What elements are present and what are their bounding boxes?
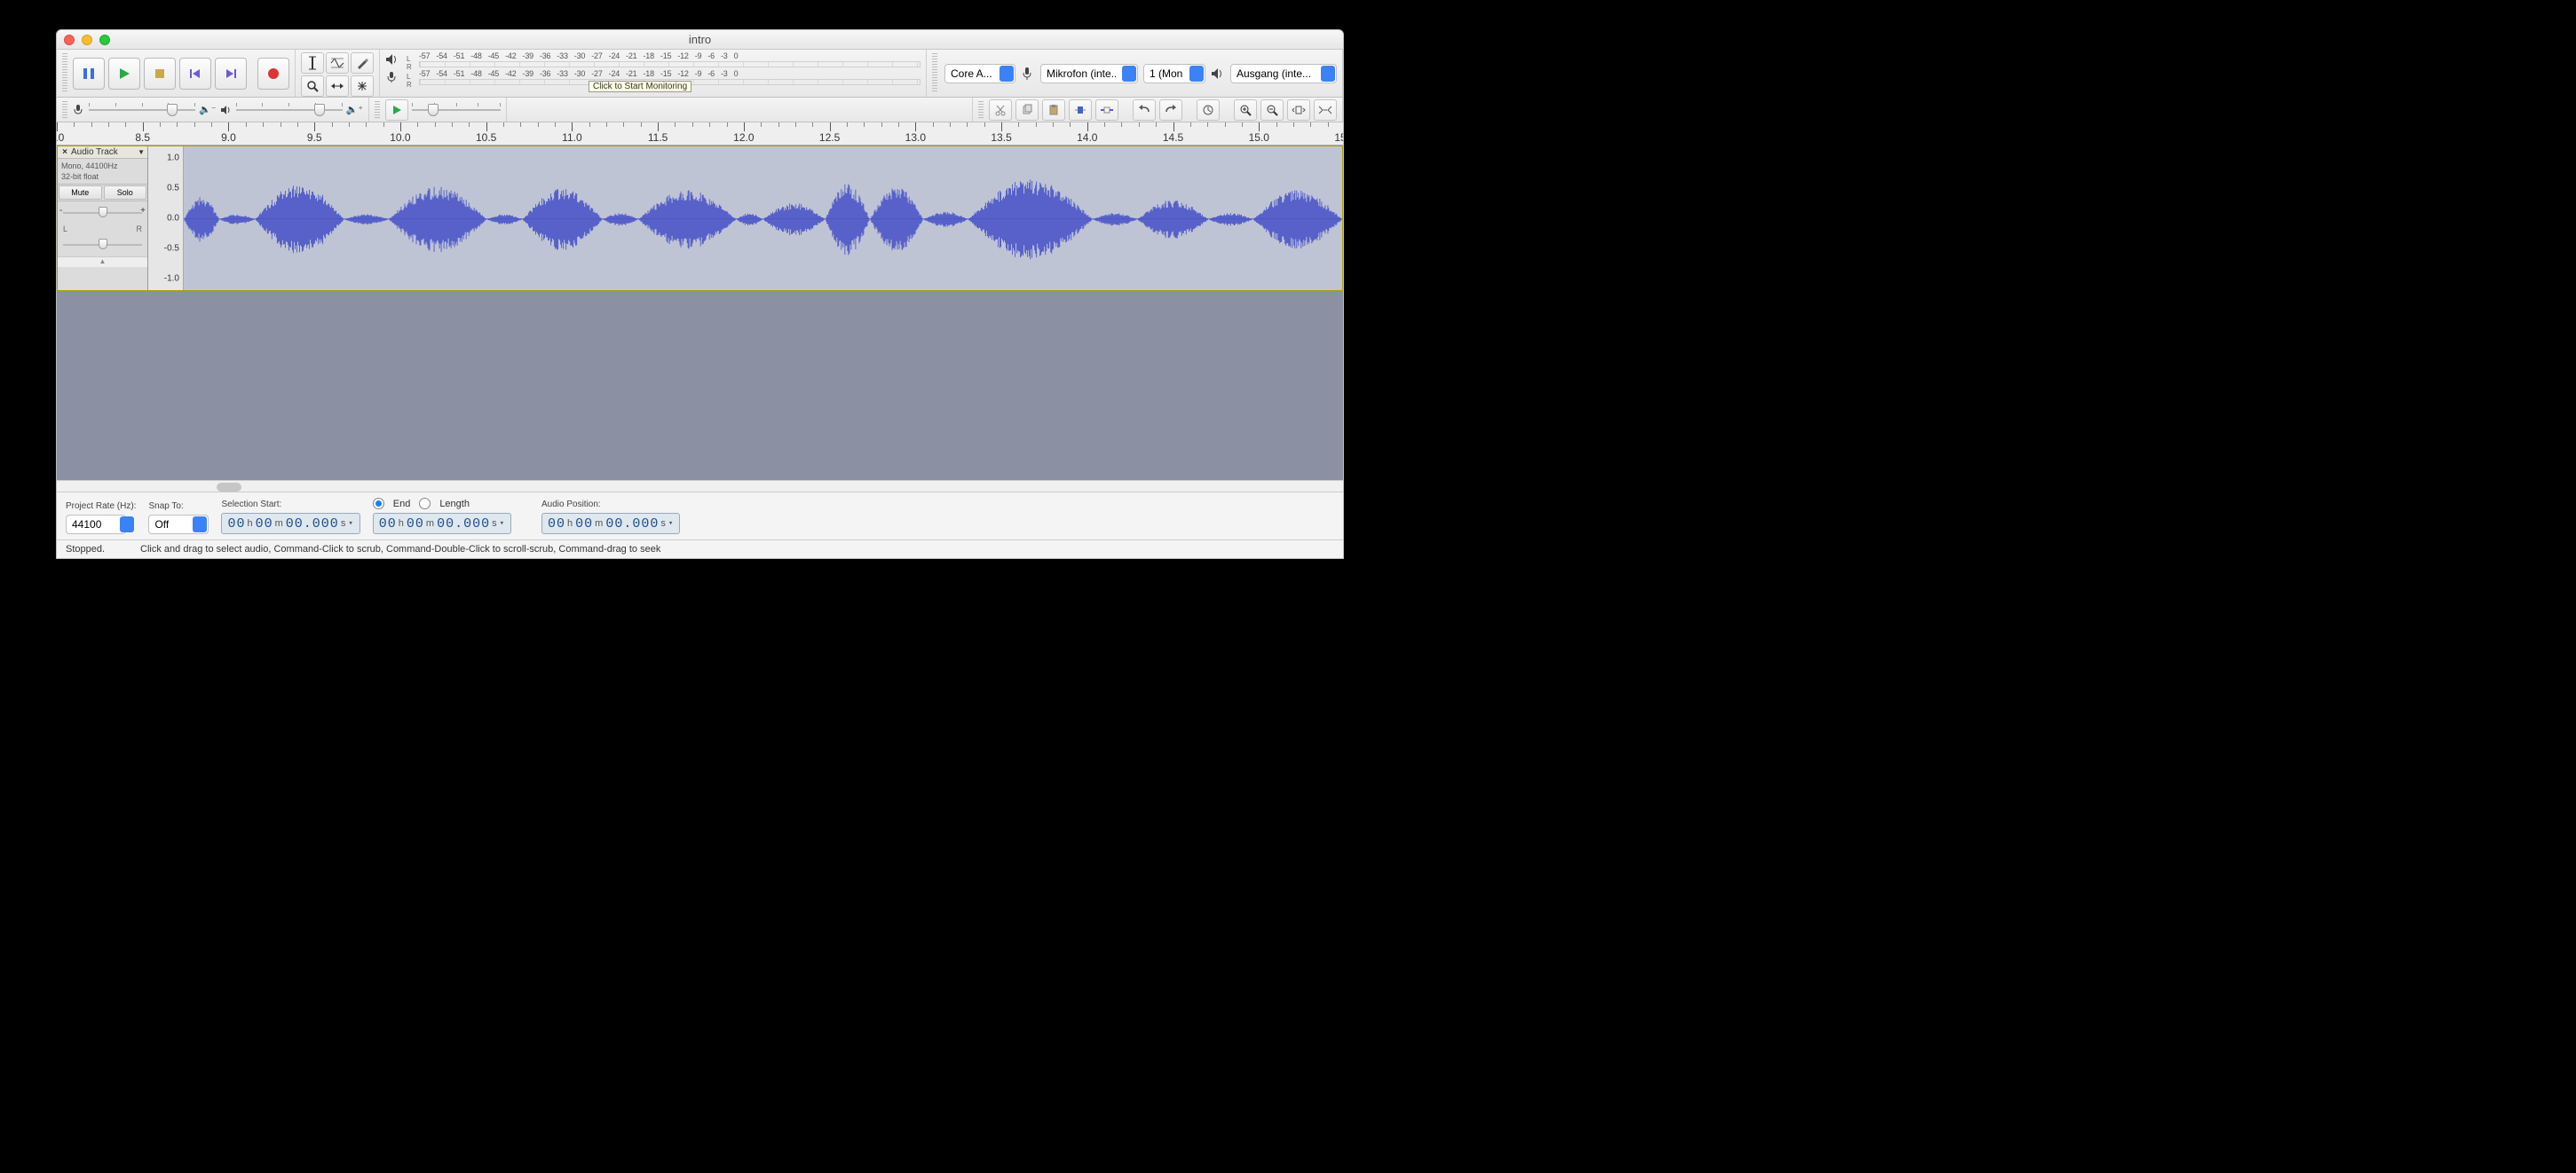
skip-start-button[interactable] xyxy=(179,58,211,90)
audio-host-select[interactable]: Core A... xyxy=(944,64,1015,83)
amplitude-scale: 1.0 0.5 0.0 -0.5 -1.0 xyxy=(148,146,184,290)
skip-end-button[interactable] xyxy=(215,58,247,90)
selection-start-time[interactable]: 00h 00m 00.000s▾ xyxy=(221,513,360,534)
playback-state: Stopped. xyxy=(66,544,105,555)
gain-slider[interactable]: - + xyxy=(63,204,142,222)
grip-icon[interactable] xyxy=(375,101,380,118)
speaker-icon xyxy=(385,53,399,66)
end-radio[interactable] xyxy=(373,498,384,509)
record-button[interactable] xyxy=(257,58,289,90)
track-name: Audio Track xyxy=(71,147,136,157)
grip-icon[interactable] xyxy=(62,101,67,118)
selection-end-time[interactable]: 00h 00m 00.000s▾ xyxy=(373,513,511,534)
speaker-minus-icon: 🔈⁻ xyxy=(199,104,217,115)
waveform-display[interactable] xyxy=(184,146,1342,290)
zoom-tool[interactable] xyxy=(301,75,324,97)
pause-button[interactable] xyxy=(73,58,105,90)
horizontal-scrollbar[interactable] xyxy=(57,480,1343,492)
scrub-toolbar xyxy=(369,98,507,122)
redo-button[interactable] xyxy=(1159,99,1182,121)
project-rate-label: Project Rate (Hz): xyxy=(66,501,136,511)
playback-volume-slider[interactable] xyxy=(236,103,343,117)
grip-icon[interactable] xyxy=(978,101,984,118)
envelope-tool[interactable] xyxy=(326,52,349,74)
window-title: intro xyxy=(57,33,1343,46)
audio-position-label: Audio Position: xyxy=(541,500,680,509)
stop-button[interactable] xyxy=(144,58,176,90)
track-format-info: Mono, 44100Hz 32-bit float xyxy=(58,159,147,184)
snap-to-select[interactable]: Off xyxy=(148,515,209,534)
scrub-speed-slider[interactable] xyxy=(412,103,501,117)
status-bar: Stopped. Click and drag to select audio,… xyxy=(57,540,1343,558)
scrub-play-button[interactable] xyxy=(385,99,408,121)
undo-button[interactable] xyxy=(1133,99,1156,121)
draw-tool[interactable] xyxy=(351,52,374,74)
copy-button[interactable] xyxy=(1015,99,1039,121)
cut-button[interactable] xyxy=(989,99,1012,121)
timeline-ruler[interactable]: 8.08.59.09.510.010.511.011.512.012.513.0… xyxy=(57,122,1343,146)
titlebar: intro xyxy=(57,30,1343,50)
track-control-panel: × Audio Track ▼ Mono, 44100Hz 32-bit flo… xyxy=(58,146,148,290)
app-window: intro xyxy=(56,29,1344,559)
playback-meter[interactable]: LR -57-54-51-48-45-42-39-36-33-30-27-24-… xyxy=(403,51,921,67)
snap-to-label: Snap To: xyxy=(148,501,209,511)
zoom-out-button[interactable] xyxy=(1260,99,1284,121)
zoom-in-button[interactable] xyxy=(1234,99,1257,121)
selection-start-label: Selection Start: xyxy=(221,500,360,509)
speaker-plus-icon: 🔈⁺ xyxy=(346,104,364,115)
track-menu-icon[interactable]: ▼ xyxy=(138,148,145,156)
end-radio-label: End xyxy=(393,499,411,509)
mic-icon xyxy=(385,71,399,83)
mic-icon xyxy=(1021,67,1035,81)
sync-lock-button[interactable] xyxy=(1197,99,1220,121)
trim-button[interactable] xyxy=(1069,99,1092,121)
track-header[interactable]: × Audio Track ▼ xyxy=(58,146,147,159)
mic-icon xyxy=(73,104,85,116)
solo-button[interactable]: Solo xyxy=(104,185,147,200)
mute-button[interactable]: Mute xyxy=(59,185,102,200)
grip-icon[interactable] xyxy=(62,53,67,93)
transport-toolbar xyxy=(57,50,296,97)
silence-button[interactable] xyxy=(1095,99,1118,121)
collapse-track-button[interactable]: ▲ xyxy=(58,256,147,267)
tools-toolbar xyxy=(296,50,380,97)
pan-slider[interactable] xyxy=(63,236,142,254)
selection-tool[interactable] xyxy=(301,52,324,74)
recording-volume-slider[interactable] xyxy=(89,103,195,117)
project-rate-select[interactable]: 44100 xyxy=(66,515,136,534)
device-toolbar: Core A... Mikrofon (inte... 1 (Mon... Au… xyxy=(927,50,1343,97)
speaker-icon xyxy=(1211,67,1225,80)
status-hint: Click and drag to select audio, Command-… xyxy=(140,544,660,555)
timeshift-tool[interactable] xyxy=(326,75,349,97)
play-button[interactable] xyxy=(108,58,140,90)
length-radio-label: Length xyxy=(439,499,470,509)
edit-toolbar xyxy=(973,98,1343,122)
paste-button[interactable] xyxy=(1042,99,1065,121)
audio-position-time[interactable]: 00h 00m 00.000s▾ xyxy=(541,513,680,534)
channels-select[interactable]: 1 (Mon... xyxy=(1143,64,1205,83)
audio-track: × Audio Track ▼ Mono, 44100Hz 32-bit flo… xyxy=(57,146,1343,291)
input-device-select[interactable]: Mikrofon (inte... xyxy=(1040,64,1138,83)
scrollbar-thumb[interactable] xyxy=(217,483,241,492)
grip-icon[interactable] xyxy=(932,53,937,93)
empty-track-area[interactable] xyxy=(57,291,1343,480)
fit-project-button[interactable] xyxy=(1314,99,1337,121)
close-track-icon[interactable]: × xyxy=(60,147,69,157)
selection-toolbar: Project Rate (Hz): 44100 Snap To: Off Se… xyxy=(57,492,1343,540)
tracks-area: × Audio Track ▼ Mono, 44100Hz 32-bit flo… xyxy=(57,146,1343,291)
speaker-icon xyxy=(220,105,233,115)
length-radio[interactable] xyxy=(419,498,431,509)
multi-tool[interactable] xyxy=(351,75,374,97)
monitoring-tooltip: Click to Start Monitoring xyxy=(589,81,691,92)
output-device-select[interactable]: Ausgang (inte... xyxy=(1230,64,1337,83)
fit-selection-button[interactable] xyxy=(1287,99,1310,121)
record-meter[interactable]: LR -57-54-51-48-45-42-39-36-33-30-27-24-… xyxy=(403,69,921,85)
mixer-toolbar: 🔈⁻ 🔈⁺ xyxy=(57,98,369,122)
